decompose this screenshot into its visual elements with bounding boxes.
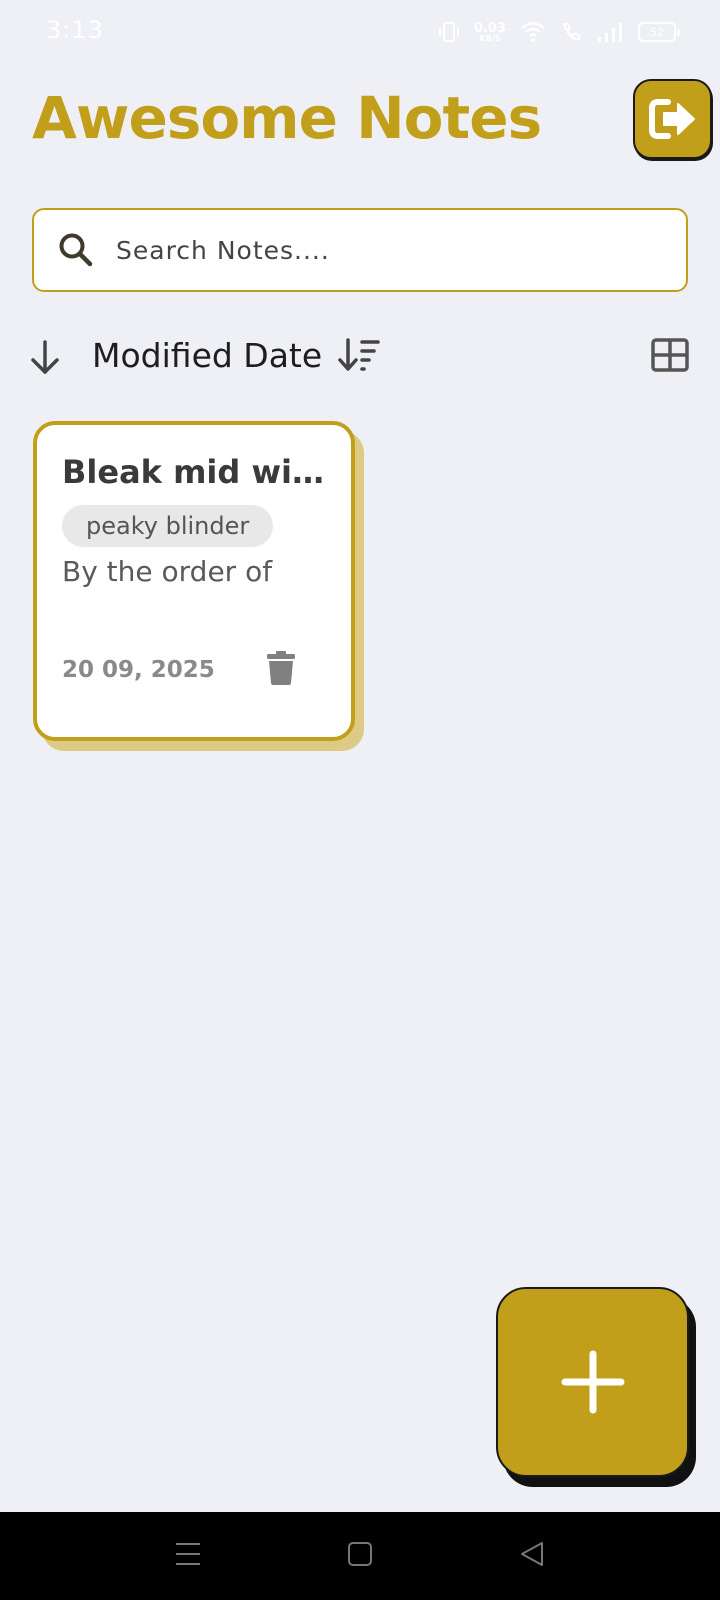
logout-button[interactable]: [633, 79, 712, 159]
nav-recents-button[interactable]: [168, 1538, 208, 1572]
status-bar: 3:13 0.03 KB/S 52: [0, 0, 720, 64]
note-date: 20 09, 2025: [62, 657, 215, 683]
wifi-icon: [521, 22, 545, 42]
status-time: 3:13: [46, 16, 104, 44]
menu-icon: [176, 1543, 200, 1565]
sort-options-button[interactable]: [338, 336, 384, 376]
search-input[interactable]: [116, 235, 656, 265]
sort-descending-icon: [338, 338, 380, 371]
nav-home-button[interactable]: [340, 1538, 380, 1572]
vibrate-icon: [438, 22, 459, 42]
system-nav-bar: [0, 1512, 720, 1600]
wifi-calling-icon: [562, 23, 580, 41]
note-title: Bleak mid win...: [62, 453, 332, 491]
nav-back-button[interactable]: [512, 1538, 552, 1572]
app-title: Awesome Notes: [32, 84, 542, 152]
add-note-button[interactable]: [496, 1287, 689, 1477]
logout-icon: [648, 99, 695, 139]
arrow-down-icon: [31, 340, 59, 374]
note-preview: By the order of: [62, 555, 273, 588]
plus-icon: [561, 1350, 624, 1414]
grid-view-toggle[interactable]: [651, 338, 689, 374]
back-triangle-icon: [521, 1542, 543, 1566]
note-tag: peaky blinder: [62, 505, 274, 547]
network-speed-unit: KB/S: [479, 33, 501, 43]
home-square-icon: [348, 1542, 372, 1566]
network-speed-value: 0.03: [473, 20, 506, 36]
sort-field-label[interactable]: Modified Date: [92, 336, 322, 375]
delete-note-button[interactable]: [266, 650, 296, 686]
signal-icon: [598, 23, 622, 42]
search-icon: [58, 231, 96, 269]
note-card[interactable]: Bleak mid win... peaky blinder By the or…: [33, 421, 355, 741]
status-icons: 0.03 KB/S 52: [438, 18, 680, 46]
sort-direction-button[interactable]: [28, 338, 64, 378]
battery-icon: 52: [638, 22, 680, 42]
network-speed: 0.03 KB/S: [474, 22, 506, 43]
trash-icon: [267, 651, 295, 685]
search-bar[interactable]: [32, 208, 688, 292]
grid-view-icon: [651, 338, 689, 372]
